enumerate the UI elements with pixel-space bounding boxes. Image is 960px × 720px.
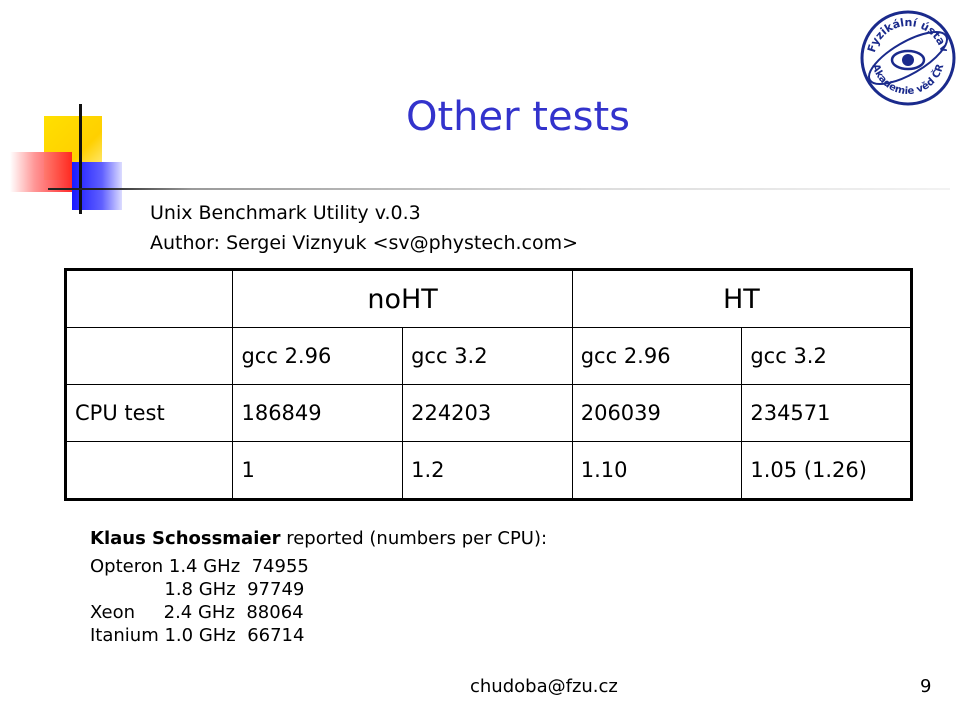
cpu-result-line: 1.8 GHz 97749 [90,579,305,600]
cpu-result-line: Opteron 1.4 GHz 74955 [90,556,309,577]
table-cell: 224203 [402,384,573,442]
table-cell: 1.2 [402,441,573,500]
table-cell: 186849 [232,384,404,442]
row-label [64,441,234,500]
fzu-logo: Fyzikální ústav Akademie věd ČR [860,10,956,106]
footer-email: chudoba@fzu.cz [470,676,618,697]
page-number: 9 [920,676,932,697]
reporter-name: Klaus Schossmaier [90,528,281,549]
table-cell: 1.10 [571,441,743,500]
compiler-cell: gcc 2.96 [571,327,743,385]
table-cell [64,327,234,385]
reporter-suffix: reported (numbers per CPU): [280,528,548,549]
title-underline [48,188,950,190]
results-table: noHT HT gcc 2.96 gcc 3.2 gcc 2.96 gcc 3.… [64,268,913,501]
table-cell: 1.05 (1.26) [741,441,912,500]
table-corner-cell [64,269,234,328]
compiler-cell: gcc 3.2 [741,327,912,385]
benchmark-name: Unix Benchmark Utility v.0.3 [150,202,421,224]
table-header-row: noHT HT [64,269,913,328]
reporter-line: Klaus Schossmaier reported (numbers per … [90,528,547,549]
group-header-ht: HT [571,269,913,328]
table-cell: 234571 [741,384,912,442]
table-row: CPU test 186849 224203 206039 234571 [64,384,912,442]
compiler-cell: gcc 2.96 [232,327,404,385]
row-label: CPU test [64,384,234,442]
group-header-noht: noHT [232,269,573,328]
table-cell: 1 [232,441,404,500]
table-row: 1 1.2 1.10 1.05 (1.26) [64,441,912,500]
cpu-result-line: Xeon 2.4 GHz 88064 [90,602,304,623]
compiler-row: gcc 2.96 gcc 3.2 gcc 2.96 gcc 3.2 [64,327,912,385]
cpu-result-line: Itanium 1.0 GHz 66714 [90,625,305,646]
compiler-cell: gcc 3.2 [402,327,573,385]
slide-title: Other tests [406,94,630,140]
benchmark-author: Author: Sergei Viznyuk <sv@phystech.com> [150,232,579,254]
decorative-red-square [10,152,72,192]
table-cell: 206039 [571,384,743,442]
